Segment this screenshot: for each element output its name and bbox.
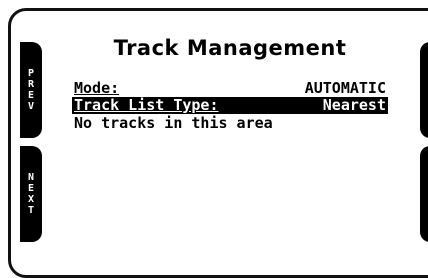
next-letter: X	[27, 194, 35, 205]
next-letter: T	[27, 205, 35, 216]
mode-label: Mode:	[74, 79, 120, 97]
mode-row[interactable]: Mode: AUTOMATIC	[72, 80, 388, 97]
next-letter: N	[27, 172, 35, 183]
next-button-label: NEXT	[20, 146, 42, 242]
prev-letter: P	[27, 68, 35, 79]
page-title: Track Management	[113, 36, 347, 60]
track-list-type-label: Track List Type:	[74, 96, 219, 114]
right-bottom-button[interactable]	[420, 146, 428, 242]
no-tracks-text: No tracks in this area	[74, 114, 273, 132]
prev-letter: V	[27, 101, 35, 112]
track-list-type-value: Nearest	[322, 96, 386, 114]
next-button[interactable]: NEXT	[20, 146, 42, 242]
no-tracks-message: No tracks in this area	[72, 115, 388, 132]
prev-letter: E	[27, 90, 35, 101]
prev-letter: R	[27, 79, 35, 90]
next-letter: E	[27, 183, 35, 194]
track-list-type-row[interactable]: Track List Type: Nearest	[72, 97, 388, 114]
mode-value: AUTOMATIC	[304, 79, 386, 97]
